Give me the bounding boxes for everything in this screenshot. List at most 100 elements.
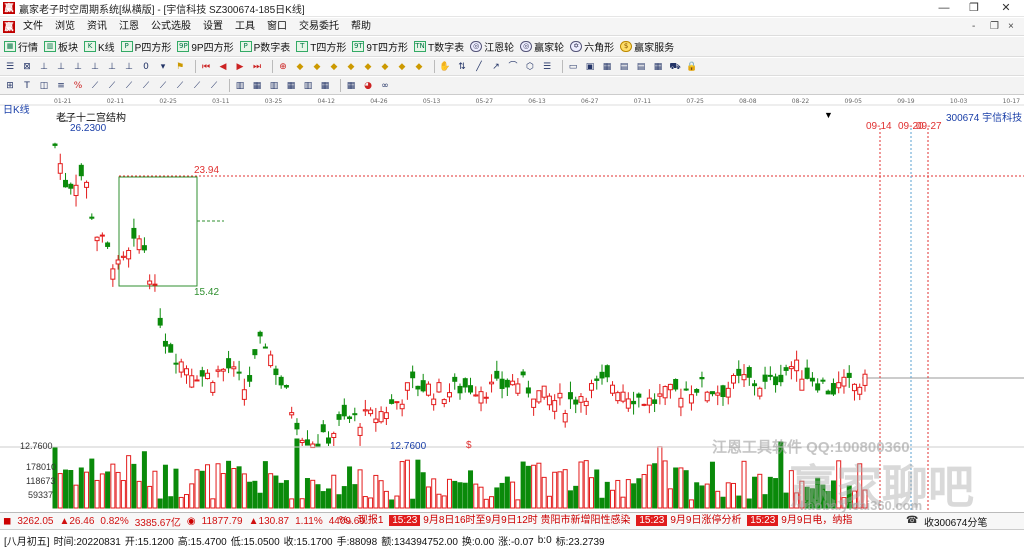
- kline-chart[interactable]: 01-21 02-11 02-25 03-11 03-25 04-12 04-26 05-13…: [0, 96, 1024, 513]
- percent-icon[interactable]: %: [72, 80, 84, 92]
- zero-icon[interactable]: 0: [140, 61, 152, 73]
- close-button[interactable]: ✕: [990, 0, 1022, 17]
- diamond-icon[interactable]: ◆: [413, 61, 425, 73]
- drawing-icon[interactable]: ⊥: [123, 61, 135, 73]
- toolbar-button-label: 板块: [58, 43, 78, 54]
- pie-icon[interactable]: ◕: [362, 80, 374, 92]
- toolbar-button-winner-wheel[interactable]: ◎ 赢家轮: [520, 38, 564, 56]
- diamond-icon[interactable]: ◆: [328, 61, 340, 73]
- hand-icon[interactable]: ✋: [439, 61, 451, 73]
- flag-icon[interactable]: ⚑: [174, 61, 186, 73]
- mdi-close-button[interactable]: ×: [1008, 18, 1014, 36]
- calendar-icon[interactable]: ▦: [601, 61, 613, 73]
- kline-mini-icon[interactable]: ⊞: [4, 80, 16, 92]
- film-icon[interactable]: ▤: [635, 61, 647, 73]
- diamond-icon[interactable]: ◆: [379, 61, 391, 73]
- mdi-minimize-button[interactable]: -: [972, 18, 975, 36]
- diamond-icon[interactable]: ◆: [294, 61, 306, 73]
- next-icon[interactable]: ⏭: [251, 61, 263, 73]
- fill-icon[interactable]: ◫: [38, 80, 50, 92]
- toolbar-button-t-table[interactable]: TN T数字表: [414, 38, 464, 56]
- drawing-icon[interactable]: ⊥: [72, 61, 84, 73]
- menu-icon[interactable]: ☰: [4, 61, 16, 73]
- menu-settings[interactable]: 设置: [197, 18, 229, 36]
- fan-icon[interactable]: ⟋: [89, 80, 101, 92]
- diamond-icon[interactable]: ◆: [311, 61, 323, 73]
- dropdown-arrow-icon[interactable]: ▼: [824, 110, 833, 120]
- toolbar-button-kline[interactable]: K K线: [84, 38, 115, 56]
- phone-icon[interactable]: ☎: [906, 515, 918, 526]
- bars-icon[interactable]: ▥: [234, 80, 246, 92]
- stack-icon[interactable]: ☰: [541, 61, 553, 73]
- diamond-icon[interactable]: ◆: [345, 61, 357, 73]
- cross-icon[interactable]: ⊠: [21, 61, 33, 73]
- play-icon[interactable]: ▶: [234, 61, 246, 73]
- mdi-restore-button[interactable]: ❐: [990, 18, 999, 36]
- arc-icon[interactable]: ⌒: [507, 61, 519, 73]
- dropdown-icon[interactable]: ▾: [157, 61, 169, 73]
- menu-browse[interactable]: 浏览: [49, 18, 81, 36]
- tick-detail-label[interactable]: 收300674分笔: [924, 514, 987, 529]
- toolbar-button-service[interactable]: $ 赢家服务: [620, 38, 674, 56]
- menu-trade[interactable]: 交易委托: [293, 18, 345, 36]
- fan-icon[interactable]: ⟋: [191, 80, 203, 92]
- diamond-icon[interactable]: ◆: [362, 61, 374, 73]
- news-item[interactable]: 9月9日电，纳指: [781, 515, 852, 526]
- toolbar-button-grid[interactable]: ▦ 行情: [4, 38, 38, 56]
- toolbar-button-p-square[interactable]: P P四方形: [120, 38, 171, 56]
- bars-icon[interactable]: ▥: [268, 80, 280, 92]
- menu-tools[interactable]: 工具: [229, 18, 261, 36]
- target-icon[interactable]: ⊕: [277, 61, 289, 73]
- gantt-icon[interactable]: ≡: [55, 80, 67, 92]
- fan-icon[interactable]: ⟋: [174, 80, 186, 92]
- save-icon[interactable]: ▣: [584, 61, 596, 73]
- menu-news[interactable]: 资讯: [81, 18, 113, 36]
- news-item[interactable]: 9月8日16时至9月9日12时 贵阳市新增阳性感染: [423, 515, 630, 526]
- film-icon[interactable]: ▤: [618, 61, 630, 73]
- line-icon[interactable]: ╱: [473, 61, 485, 73]
- fan-icon[interactable]: ⟋: [208, 80, 220, 92]
- restore-button[interactable]: ❐: [958, 0, 990, 17]
- drawing-icon[interactable]: ⊥: [106, 61, 118, 73]
- toolbar-button-gann-wheel[interactable]: ◎ 江恩轮: [470, 38, 514, 56]
- toolbar-button-9p-square[interactable]: 9P 9P四方形: [177, 38, 234, 56]
- lock-icon[interactable]: 🔒: [686, 61, 698, 73]
- drawing-icon[interactable]: ⊥: [38, 61, 50, 73]
- news-item[interactable]: 9月9日涨停分析: [670, 515, 741, 526]
- split-icon[interactable]: ⇅: [456, 61, 468, 73]
- first-icon[interactable]: ⏮: [200, 61, 212, 73]
- toolbar-button-9t-square[interactable]: 9T 9T四方形: [352, 38, 408, 56]
- infinity-icon[interactable]: ∞: [379, 80, 391, 92]
- menu-help[interactable]: 帮助: [345, 18, 377, 36]
- minimize-button[interactable]: —: [928, 0, 960, 17]
- toolbar-button-t-square[interactable]: T T四方形: [296, 38, 346, 56]
- page-icon[interactable]: ▭: [567, 61, 579, 73]
- fan-icon[interactable]: ⟋: [140, 80, 152, 92]
- toolbar-button-blocks[interactable]: ▥ 板块: [44, 38, 78, 56]
- bars-icon[interactable]: ▥: [302, 80, 314, 92]
- arrow-icon[interactable]: ↗: [490, 61, 502, 73]
- car-icon[interactable]: ⛟: [669, 61, 681, 73]
- table-icon[interactable]: ▦: [345, 80, 357, 92]
- menu-gann[interactable]: 江恩: [113, 18, 145, 36]
- fan-icon[interactable]: ⟋: [123, 80, 135, 92]
- fan-icon[interactable]: ⟋: [106, 80, 118, 92]
- grid-icon[interactable]: ▦: [251, 80, 263, 92]
- news-item[interactable]: %。现报1: [339, 515, 383, 526]
- back-icon[interactable]: ◀: [217, 61, 229, 73]
- grid-icon[interactable]: ▦: [285, 80, 297, 92]
- drawing-icon[interactable]: ⊥: [89, 61, 101, 73]
- drawing-icon[interactable]: ⊥: [55, 61, 67, 73]
- diamond-icon[interactable]: ◆: [396, 61, 408, 73]
- table-icon[interactable]: ▦: [652, 61, 664, 73]
- toolbar-button-p-table[interactable]: P P数字表: [239, 38, 290, 56]
- toolbar-button-hexagon[interactable]: ✡ 六角形: [570, 38, 614, 56]
- menu-file[interactable]: 文件: [17, 18, 49, 36]
- news-ticker[interactable]: %。现报1 15:23 9月8日16时至9月9日12时 贵阳市新增阳性感染 15:…: [339, 513, 854, 529]
- hexagon-icon[interactable]: ⬡: [524, 61, 536, 73]
- fan-icon[interactable]: ⟋: [157, 80, 169, 92]
- menu-window[interactable]: 窗口: [261, 18, 293, 36]
- text-icon[interactable]: T: [21, 80, 33, 92]
- menu-formula[interactable]: 公式选股: [145, 18, 197, 36]
- grid-icon[interactable]: ▦: [319, 80, 331, 92]
